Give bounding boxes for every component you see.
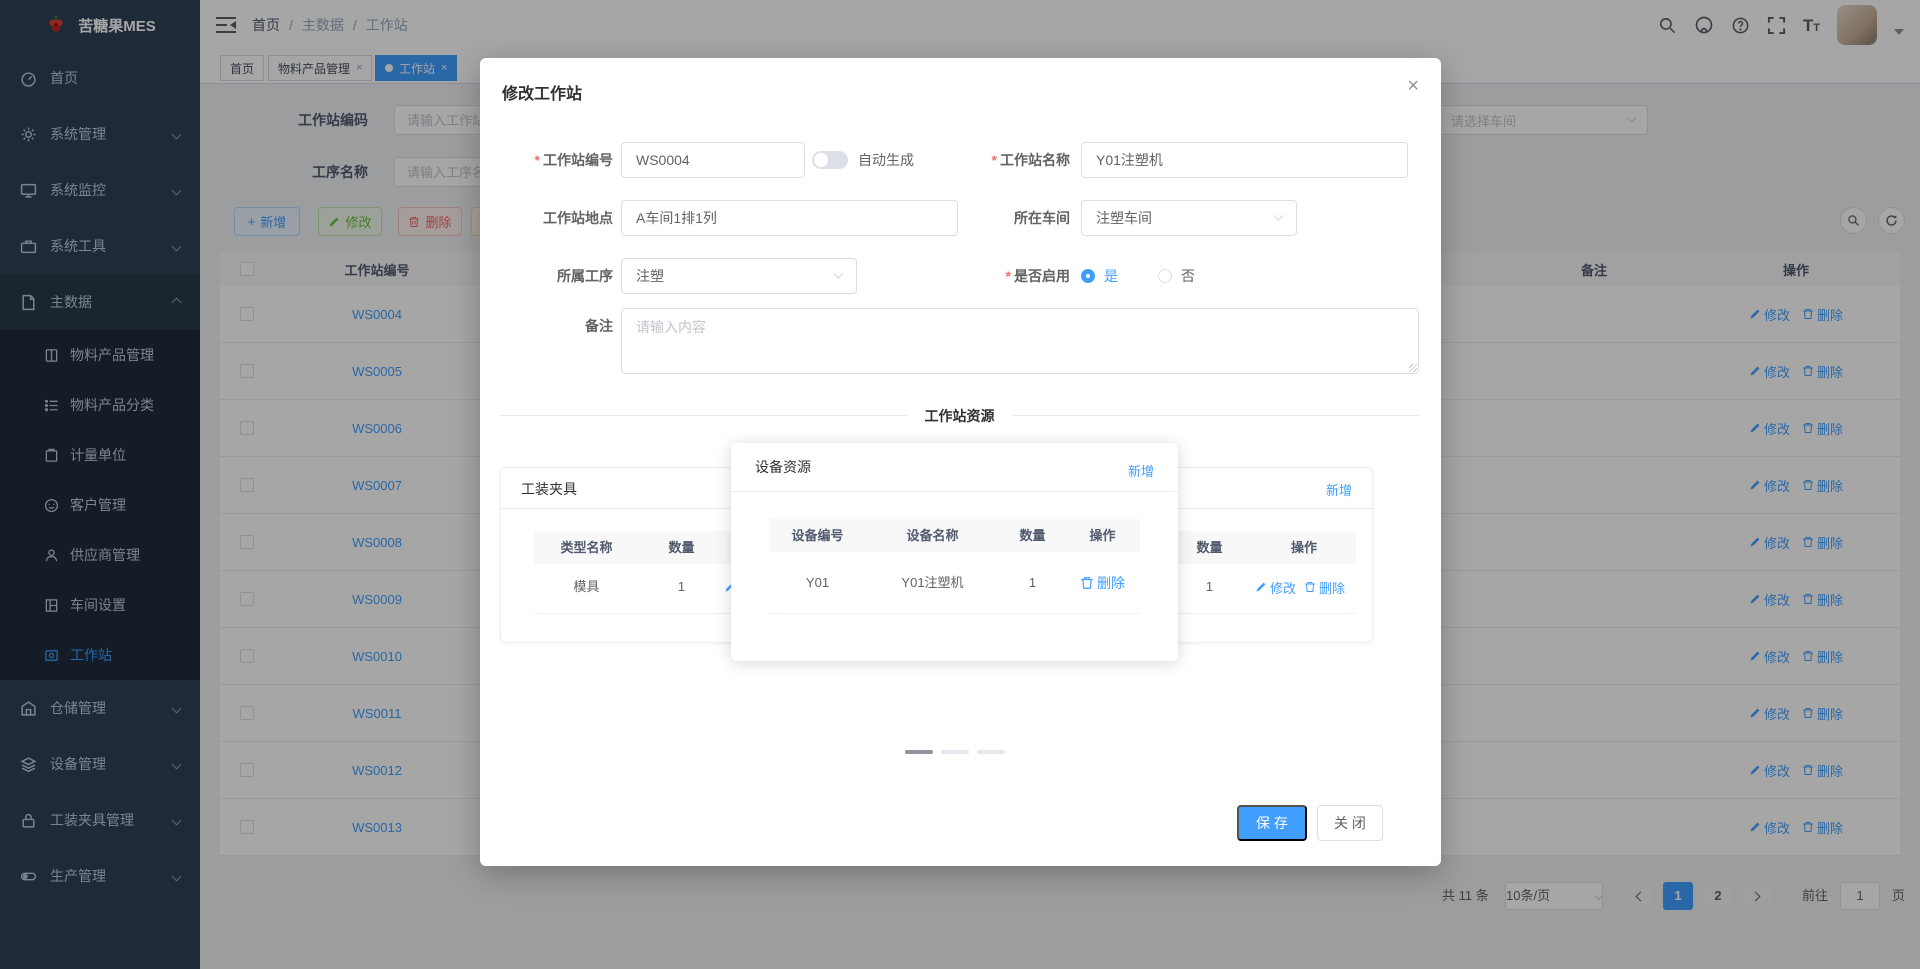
right-delete-link[interactable]: 删除 bbox=[1304, 578, 1345, 597]
edit-workstation-dialog: 修改工作站 × *工作站编号 自动生成 *工作站名称 工作站地点 所在车间 注塑… bbox=[480, 58, 1441, 866]
chevron-down-icon bbox=[833, 268, 844, 279]
equipment-qty-cell: 1 bbox=[1028, 575, 1037, 590]
equipment-delete-link[interactable]: 删除 bbox=[1080, 573, 1125, 593]
location-input[interactable] bbox=[621, 200, 958, 236]
auto-generate-label: 自动生成 bbox=[858, 152, 914, 168]
close-button[interactable]: 关 闭 bbox=[1317, 805, 1383, 841]
trash-icon bbox=[1081, 576, 1093, 589]
radio-yes[interactable] bbox=[1081, 269, 1095, 283]
workshop-select[interactable]: 注塑车间 bbox=[1081, 200, 1297, 236]
equipment-card-title: 设备资源 bbox=[755, 459, 811, 475]
process-select[interactable]: 注塑 bbox=[621, 258, 857, 294]
trash-icon bbox=[1305, 582, 1316, 592]
tooling-qty-cell: 1 bbox=[677, 579, 686, 594]
resize-handle[interactable] bbox=[1409, 364, 1417, 372]
auto-generate-toggle[interactable] bbox=[812, 151, 848, 169]
name-label: * 工作站名称 bbox=[991, 152, 1070, 168]
carousel-indicators bbox=[905, 750, 1005, 754]
remark-label: 备注 bbox=[585, 318, 613, 334]
carousel-dot-3[interactable] bbox=[977, 750, 1005, 754]
equipment-name-cell: Y01注塑机 bbox=[901, 575, 964, 590]
right-edit-link[interactable]: 修改 bbox=[1255, 578, 1296, 597]
pencil-icon bbox=[1256, 582, 1266, 592]
equipment-code-cell: Y01 bbox=[805, 575, 830, 590]
save-button[interactable]: 保 存 bbox=[1237, 805, 1307, 841]
tooling-type-cell: 模具 bbox=[573, 579, 600, 594]
close-icon[interactable]: × bbox=[1407, 76, 1419, 96]
enabled-label: * 是否启用 bbox=[1005, 268, 1070, 284]
name-input[interactable] bbox=[1081, 142, 1408, 178]
radio-no[interactable] bbox=[1158, 269, 1172, 283]
carousel-dot-1[interactable] bbox=[905, 750, 933, 754]
carousel-dot-2[interactable] bbox=[941, 750, 969, 754]
remark-textarea[interactable] bbox=[621, 308, 1419, 374]
enabled-radio-group: 是 否 bbox=[1081, 258, 1195, 294]
section-title: 工作站资源 bbox=[906, 408, 1013, 424]
right-qty-cell: 1 bbox=[1205, 579, 1214, 594]
code-label: * 工作站编号 bbox=[534, 152, 613, 168]
process-label: 所属工序 bbox=[557, 268, 613, 284]
section-divider: 工作站资源 bbox=[500, 408, 1419, 424]
dialog-title: 修改工作站 bbox=[502, 86, 583, 103]
tooling-card-title: 工装夹具 bbox=[521, 481, 577, 497]
chevron-down-icon bbox=[1273, 210, 1284, 221]
workshop-label: 所在车间 bbox=[1014, 210, 1070, 226]
location-label: 工作站地点 bbox=[543, 210, 613, 226]
equipment-add-link[interactable]: 新增 bbox=[1128, 461, 1154, 480]
equipment-resource-card: 设备资源 新增 设备编号 设备名称 数量 操作 Y01 Y01注塑机 1 删除 bbox=[731, 443, 1178, 661]
right-card-add-link[interactable]: 新增 bbox=[1326, 480, 1352, 499]
code-input[interactable] bbox=[621, 142, 805, 178]
app-root: 苦糖果MES 首页 系统管理 系统监控 系统工具 主数据 物料产品管理 物料产品… bbox=[0, 0, 1920, 969]
